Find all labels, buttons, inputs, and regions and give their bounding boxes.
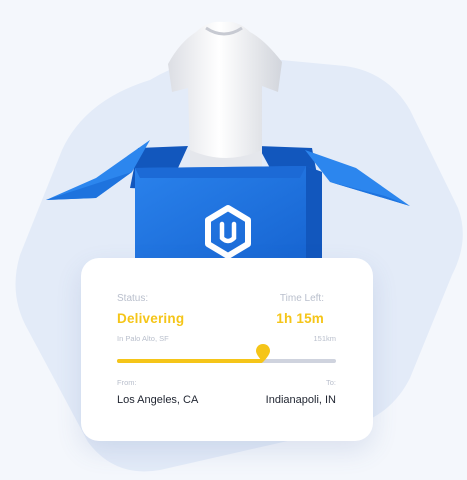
to-label: To: [325,378,336,387]
box-side [306,166,322,272]
destination-city: Indianapoli, IN [265,394,336,406]
remaining-distance: 151km [313,334,336,343]
status-value: Delivering [117,311,185,326]
origin-city: Los Angeles, CA [117,394,199,406]
location-pin-icon [255,344,270,362]
box-rim [135,166,306,178]
current-location: In Palo Alto, SF [117,334,169,343]
time-left-label: Time Left: [279,293,324,304]
status-label: Status: [117,293,149,304]
time-left-value: 1h 15m [276,311,324,326]
from-label: From: [117,378,137,387]
progress-track [117,344,336,363]
delivery-status-card: Status: Time Left: Delivering 1h 15m In … [81,258,373,441]
progress-fill [117,359,263,363]
